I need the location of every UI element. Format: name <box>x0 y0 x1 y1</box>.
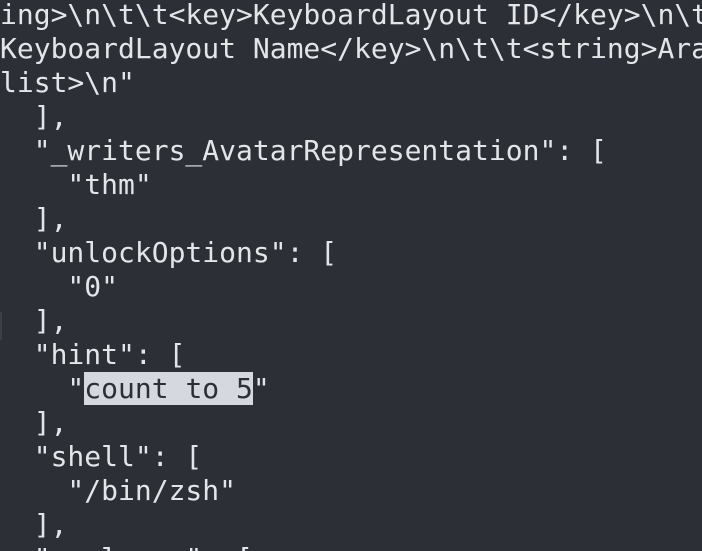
terminal-line: "/bin/zsh" <box>0 474 237 507</box>
terminal-line: KeyboardLayout Name</key>\n\t\t<string>A… <box>0 32 702 65</box>
terminal-output[interactable]: ing>\n\t\t<key>KeyboardLayout ID</key>\n… <box>0 0 702 551</box>
terminal-line: ], <box>0 100 68 133</box>
terminal-line: ], <box>0 406 68 439</box>
terminal-line: "_writers_AvatarRepresentation": [ <box>0 134 607 167</box>
selected-text[interactable]: count to 5 <box>84 372 253 405</box>
terminal-line: "shell": [ <box>0 440 203 473</box>
terminal-line: ], <box>0 304 68 337</box>
gutter-marker <box>0 312 2 340</box>
hint-value-prefix: " <box>0 372 85 405</box>
terminal-line-hint-value: "count to 5" <box>0 372 270 406</box>
terminal-line: "hint": [ <box>0 338 186 371</box>
terminal-line: "0" <box>0 270 119 303</box>
terminal-line: "thm" <box>0 168 152 201</box>
terminal-line: ], <box>0 508 68 541</box>
terminal-line: ing>\n\t\t<key>KeyboardLayout ID</key>\n… <box>0 0 702 31</box>
terminal-line: "unlockOptions": [ <box>0 236 338 269</box>
hint-value-suffix: " <box>252 372 270 405</box>
terminal-line: list>\n" <box>0 66 135 99</box>
terminal-line: ], <box>0 202 68 235</box>
terminal-line: "realname": [ <box>0 542 253 551</box>
